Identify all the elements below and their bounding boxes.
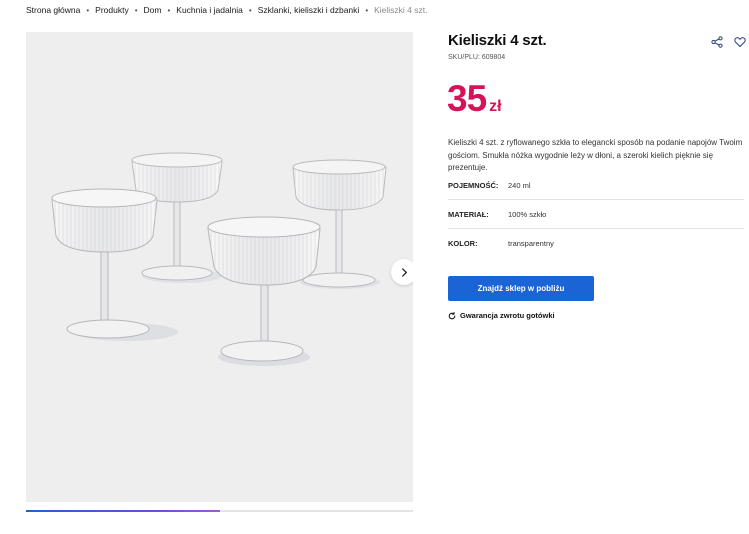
spec-value: 240 ml bbox=[508, 180, 531, 190]
spec-row-capacity: POJEMNOŚĆ: 240 ml bbox=[448, 171, 744, 200]
product-sku: SKU/PLU: 609804 bbox=[448, 54, 506, 61]
spec-value: transparentny bbox=[508, 239, 554, 248]
spec-label: POJEMNOŚĆ: bbox=[448, 180, 499, 190]
breadcrumb-separator: • bbox=[167, 5, 171, 15]
guarantee-label: Gwarancja zwrotu gotówki bbox=[460, 311, 555, 320]
breadcrumb-separator: • bbox=[134, 5, 138, 15]
breadcrumb-current: Kieliszki 4 szt. bbox=[374, 5, 428, 15]
spec-value: 100% szkło bbox=[508, 209, 547, 219]
gallery-next-button[interactable] bbox=[391, 259, 413, 285]
chevron-right-icon bbox=[401, 267, 407, 277]
price-value: 35 bbox=[447, 78, 487, 119]
breadcrumb-products[interactable]: Produkty bbox=[95, 5, 129, 15]
product-description: Kieliszki 4 szt. z ryflowanego szkła to … bbox=[448, 138, 743, 172]
product-title: Kieliszki 4 szt. bbox=[448, 32, 547, 49]
spec-label: MATERIAŁ: bbox=[448, 209, 489, 219]
gallery-progress bbox=[26, 510, 413, 512]
heart-icon[interactable] bbox=[734, 36, 746, 48]
breadcrumb-home-category[interactable]: Dom bbox=[144, 5, 162, 15]
breadcrumb: Strona główna • Produkty • Dom • Kuchnia… bbox=[26, 4, 428, 16]
breadcrumb-separator: • bbox=[365, 5, 369, 15]
spec-label: KOLOR: bbox=[448, 239, 478, 248]
product-gallery[interactable] bbox=[26, 32, 413, 502]
find-store-button[interactable]: Znajdź sklep w pobliżu bbox=[448, 276, 594, 301]
share-icon[interactable] bbox=[711, 36, 723, 48]
breadcrumb-glasses[interactable]: Szklanki, kieliszki i dzbanki bbox=[258, 5, 360, 15]
spec-row-color: KOLOR: transparentny bbox=[448, 229, 744, 258]
breadcrumb-kitchen[interactable]: Kuchnia i jadalnia bbox=[176, 5, 243, 15]
product-price: 35 zł bbox=[447, 78, 502, 120]
price-currency: zł bbox=[489, 98, 502, 115]
product-image bbox=[51, 152, 387, 366]
gallery-progress-fill bbox=[26, 510, 220, 512]
breadcrumb-home[interactable]: Strona główna bbox=[26, 5, 80, 15]
breadcrumb-separator: • bbox=[86, 5, 90, 15]
refresh-icon bbox=[448, 311, 456, 319]
spec-row-material: MATERIAŁ: 100% szkło bbox=[448, 200, 744, 229]
guarantee-link[interactable]: Gwarancja zwrotu gotówki bbox=[448, 311, 555, 320]
breadcrumb-separator: • bbox=[248, 5, 252, 15]
